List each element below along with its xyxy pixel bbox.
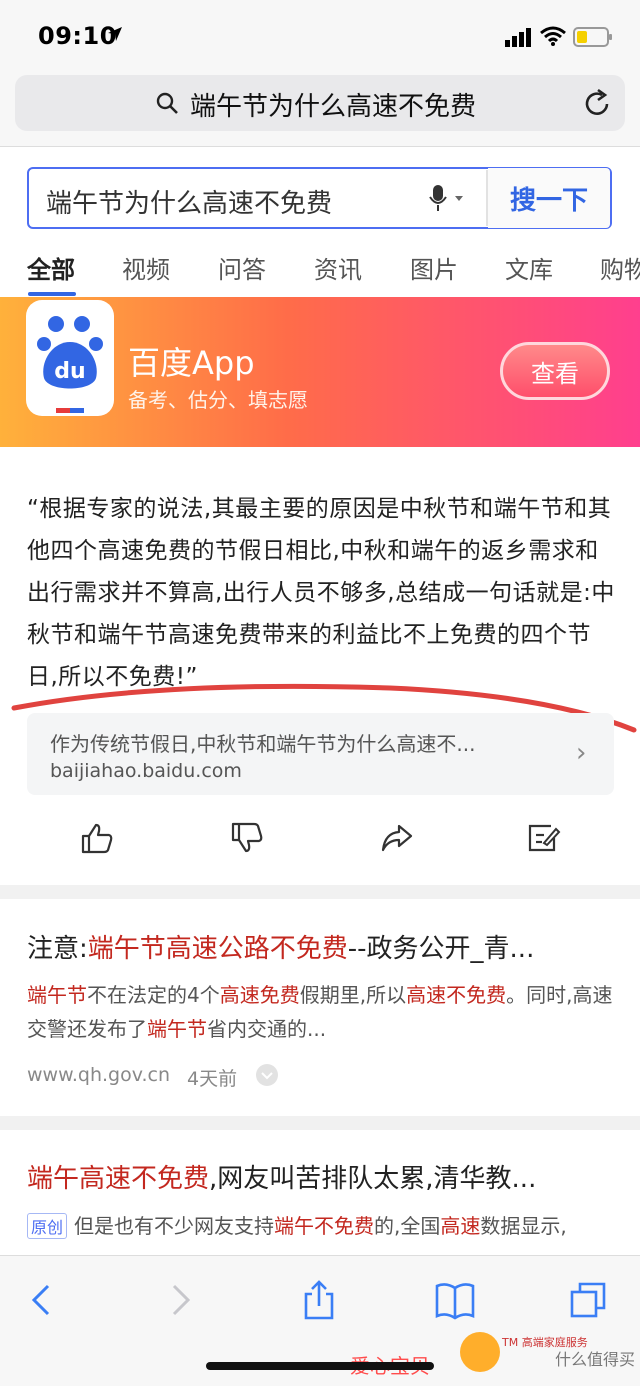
result-snippet: 端午节不在法定的4个高速免费假期里,所以高速不免费。同时,高速交警还发布了端午节… (27, 983, 613, 1041)
battery-icon (573, 27, 612, 47)
app-subtitle: 备考、估分、填志愿 (128, 388, 308, 412)
chevron-right-icon: › (576, 738, 587, 768)
tab-all[interactable]: 全部 (27, 250, 75, 285)
wifi-icon (540, 26, 566, 46)
tab-news[interactable]: 资讯 (314, 250, 362, 285)
active-tab-indicator (28, 292, 76, 296)
result-snippet: 但是也有不少网友支持端午不免费的,全国高速数据显示, (74, 1214, 567, 1238)
search-input[interactable]: 端午节为什么高速不免费 (46, 183, 332, 220)
edit-icon[interactable] (527, 822, 561, 854)
forward-icon[interactable] (160, 1278, 202, 1322)
section-separator (0, 1116, 640, 1130)
result-title[interactable]: 注意:端午节高速公路不免费--政务公开_青... (27, 928, 534, 965)
tabs-icon[interactable] (568, 1278, 610, 1322)
app-name: 百度App (128, 344, 255, 382)
svg-text:du: du (54, 359, 85, 384)
baidu-app-logo-icon: du (26, 300, 114, 416)
share-icon[interactable] (298, 1278, 340, 1322)
tab-library[interactable]: 文库 (505, 250, 553, 285)
section-separator (0, 885, 640, 899)
original-badge: 原创 (27, 1213, 68, 1239)
address-bar-text[interactable]: 端午节为什么高速不免费 (190, 86, 476, 123)
location-arrow-icon (108, 27, 122, 41)
watermark-text: 什么值得买 (555, 1350, 636, 1369)
share-icon[interactable] (380, 822, 414, 854)
thumbs-up-icon[interactable] (80, 822, 114, 854)
tab-images[interactable]: 图片 (410, 250, 458, 285)
tab-shopping[interactable]: 购物 (600, 250, 640, 285)
cellular-signal-icon (505, 28, 531, 47)
tab-qa[interactable]: 问答 (218, 250, 266, 285)
result-title[interactable]: 端午高速不免费,网友叫苦排队太累,清华教... (27, 1158, 536, 1195)
watermark-logo (460, 1332, 500, 1372)
thumbs-down-icon[interactable] (230, 822, 264, 854)
tab-video[interactable]: 视频 (122, 250, 170, 285)
back-icon[interactable] (22, 1278, 64, 1322)
result-date: 4天前 (187, 1068, 238, 1090)
view-app-button[interactable]: 查看 (500, 342, 610, 400)
microphone-icon[interactable] (428, 183, 468, 213)
chevron-down-icon[interactable] (256, 1064, 278, 1086)
search-button[interactable]: 搜一下 (488, 168, 610, 228)
bookmarks-icon[interactable] (434, 1278, 476, 1322)
search-icon (156, 92, 178, 114)
featured-answer-text: “根据专家的说法,其最主要的原因是中秋节和端午节和其他四个高速免费的节假日相比,… (27, 496, 615, 690)
home-indicator (206, 1362, 434, 1370)
source-url: baijiahao.baidu.com (50, 760, 242, 782)
result-url: www.qh.gov.cn (27, 1064, 171, 1086)
source-title[interactable]: 作为传统节假日,中秋节和端午节为什么高速不... (50, 728, 475, 757)
reload-icon[interactable] (584, 88, 612, 118)
